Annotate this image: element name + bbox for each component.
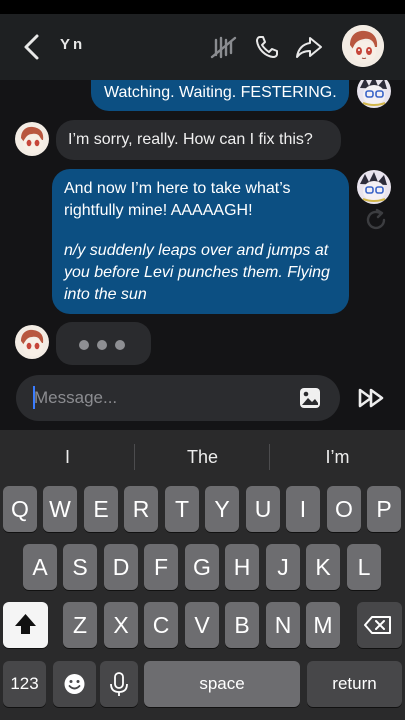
- keyboard: I The I’m Q W E R T Y U I O P A S D F G …: [0, 430, 405, 720]
- bot-avatar: [15, 122, 49, 156]
- key-p[interactable]: P: [367, 486, 401, 532]
- backspace-key[interactable]: [357, 602, 402, 648]
- return-key[interactable]: return: [307, 661, 402, 707]
- space-key[interactable]: space: [144, 661, 300, 707]
- key-o[interactable]: O: [327, 486, 361, 532]
- typing-indicator: [56, 322, 151, 365]
- emoji-key[interactable]: [53, 661, 96, 707]
- key-r[interactable]: R: [124, 486, 158, 532]
- phone-icon[interactable]: [252, 32, 282, 62]
- key-t[interactable]: T: [165, 486, 199, 532]
- message-input[interactable]: Message...: [16, 375, 340, 421]
- message-text: I’m sorry, really. How can I fix this?: [68, 131, 313, 148]
- key-m[interactable]: M: [306, 602, 340, 648]
- shift-icon: [15, 614, 36, 634]
- shift-key[interactable]: [3, 602, 48, 648]
- status-bar: [0, 0, 405, 14]
- key-v[interactable]: V: [185, 602, 219, 648]
- back-arrow-icon[interactable]: [18, 32, 46, 62]
- key-f[interactable]: F: [144, 544, 178, 590]
- typing-dot: [97, 340, 107, 350]
- message-bubble-outgoing[interactable]: And now I’m here to take what’s rightful…: [52, 169, 349, 314]
- message-text: Watching. Waiting. FESTERING.: [104, 84, 337, 101]
- key-e[interactable]: E: [84, 486, 118, 532]
- key-z[interactable]: Z: [63, 602, 97, 648]
- send-icon[interactable]: [355, 383, 387, 413]
- key-i[interactable]: I: [286, 486, 320, 532]
- mic-icon: [110, 672, 128, 696]
- key-y[interactable]: Y: [205, 486, 239, 532]
- typing-dot: [79, 340, 89, 350]
- suggestion-2[interactable]: The: [135, 440, 270, 474]
- bot-avatar: [15, 325, 49, 359]
- chat-header: Yn: [0, 14, 405, 80]
- user-avatar: [357, 170, 391, 204]
- key-h[interactable]: H: [225, 544, 259, 590]
- message-action: n/y suddenly leaps over and jumps at you…: [64, 242, 330, 303]
- share-icon[interactable]: [294, 32, 324, 62]
- key-a[interactable]: A: [23, 544, 57, 590]
- typing-dot: [115, 340, 125, 350]
- key-w[interactable]: W: [43, 486, 77, 532]
- suggestion-1[interactable]: I: [0, 440, 135, 474]
- key-s[interactable]: S: [63, 544, 97, 590]
- message-placeholder: Message...: [34, 388, 118, 407]
- key-l[interactable]: L: [347, 544, 381, 590]
- key-u[interactable]: U: [246, 486, 280, 532]
- image-icon[interactable]: [297, 385, 323, 411]
- regenerate-icon[interactable]: [363, 207, 389, 233]
- emoji-icon: [64, 674, 85, 694]
- message-bubble-outgoing[interactable]: Watching. Waiting. FESTERING.: [91, 80, 349, 111]
- key-b[interactable]: B: [225, 602, 259, 648]
- key-x[interactable]: X: [104, 602, 138, 648]
- mute-icon[interactable]: [208, 32, 238, 62]
- numbers-key[interactable]: 123: [3, 661, 46, 707]
- key-j[interactable]: J: [266, 544, 300, 590]
- suggestion-3[interactable]: I’m: [270, 440, 405, 474]
- profile-avatar[interactable]: [342, 25, 384, 67]
- key-d[interactable]: D: [104, 544, 138, 590]
- mic-key[interactable]: [100, 661, 138, 707]
- key-k[interactable]: K: [306, 544, 340, 590]
- key-g[interactable]: G: [185, 544, 219, 590]
- message-speech: And now I’m here to take what’s rightful…: [64, 180, 291, 219]
- user-avatar: [357, 80, 391, 108]
- key-n[interactable]: N: [266, 602, 300, 648]
- backspace-icon: [364, 616, 391, 634]
- key-q[interactable]: Q: [3, 486, 37, 532]
- message-bubble-incoming[interactable]: I’m sorry, really. How can I fix this?: [56, 120, 341, 160]
- key-c[interactable]: C: [144, 602, 178, 648]
- chat-title[interactable]: Yn: [60, 36, 85, 53]
